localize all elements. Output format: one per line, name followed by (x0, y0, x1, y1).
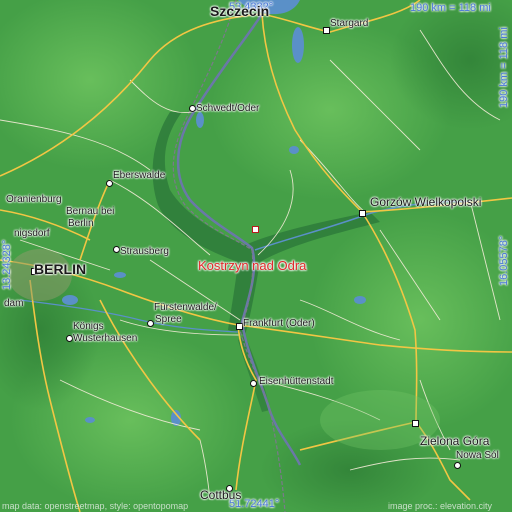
lake (85, 417, 95, 423)
town-marker-eberswalde (106, 180, 113, 187)
town-marker-eisenhuttenstadt (250, 380, 257, 387)
city-marker-stargard (323, 27, 330, 34)
place-label-schwedt: Schwedt/Oder (196, 103, 260, 114)
horizontal-scale-label: 190 km = 118 mi (410, 2, 491, 14)
lake (292, 27, 304, 63)
town-marker-furstenwalde (147, 320, 154, 327)
place-label-eisenhuttenstadt: Eisenhüttenstadt (259, 376, 334, 387)
place-label-berlin: BERLIN (34, 261, 87, 277)
town-marker-schwedt (189, 105, 196, 112)
place-label-bernau-line2: Berlin (68, 218, 94, 229)
place-label-stargard: Stargard (330, 18, 369, 29)
place-label-strausberg: Strausberg (120, 246, 169, 257)
map-credit-right: image proc.: elevation.city (388, 501, 493, 511)
right-longitude-label: 16.05578° (498, 235, 510, 286)
lake (196, 112, 204, 128)
place-label-nowa-sol: Nowa Sól (456, 450, 499, 461)
place-label-gorzow: Gorzów Wielkopolski (370, 195, 482, 209)
place-label-cottbus: Cottbus (200, 488, 242, 502)
place-label-furstenwalde-line1: Fürstenwalde/ (154, 302, 217, 313)
lake (114, 272, 126, 278)
place-label-eberswalde: Eberswalde (113, 170, 166, 181)
map-view[interactable]: 53.4332° 51.72441° 13.24328° 16.05578° 1… (0, 0, 512, 512)
city-marker-frankfurt (236, 323, 243, 330)
lake (289, 146, 299, 154)
vertical-scale-label: 190 km = 118 mi (498, 27, 510, 108)
city-marker-gorzow (359, 210, 366, 217)
place-label-furstenwalde-line2: Spree (155, 314, 182, 325)
target-place-label[interactable]: Kostrzyn nad Odra (198, 259, 306, 273)
town-marker-strausberg (113, 246, 120, 253)
place-label-potsdam: dam (4, 298, 24, 309)
town-marker-nowa-sol (454, 462, 461, 469)
lake (62, 295, 78, 305)
target-marker[interactable] (252, 226, 259, 233)
city-marker-zielona-gora (412, 420, 419, 427)
town-marker-konigs (66, 335, 73, 342)
lake (354, 296, 366, 304)
place-label-konigs-line2: Wusterhausen (73, 333, 138, 344)
map-credit-left: map data: openstreetmap, style: opentopo… (2, 501, 189, 511)
left-longitude-label: 13.24328° (1, 239, 13, 290)
place-label-konigs-line1: Königs (73, 321, 104, 332)
place-label-oranienburg: Oranienburg (6, 194, 62, 205)
place-label-zielona-gora: Zielona Góra (420, 434, 490, 448)
place-label-frankfurt: Frankfurt (Oder) (243, 318, 315, 329)
place-label-konigsdorf: nigsdorf (14, 228, 50, 239)
place-label-bernau-line1: Bernau bei (66, 206, 115, 217)
place-label-szczecin: Szczecin (210, 3, 270, 19)
